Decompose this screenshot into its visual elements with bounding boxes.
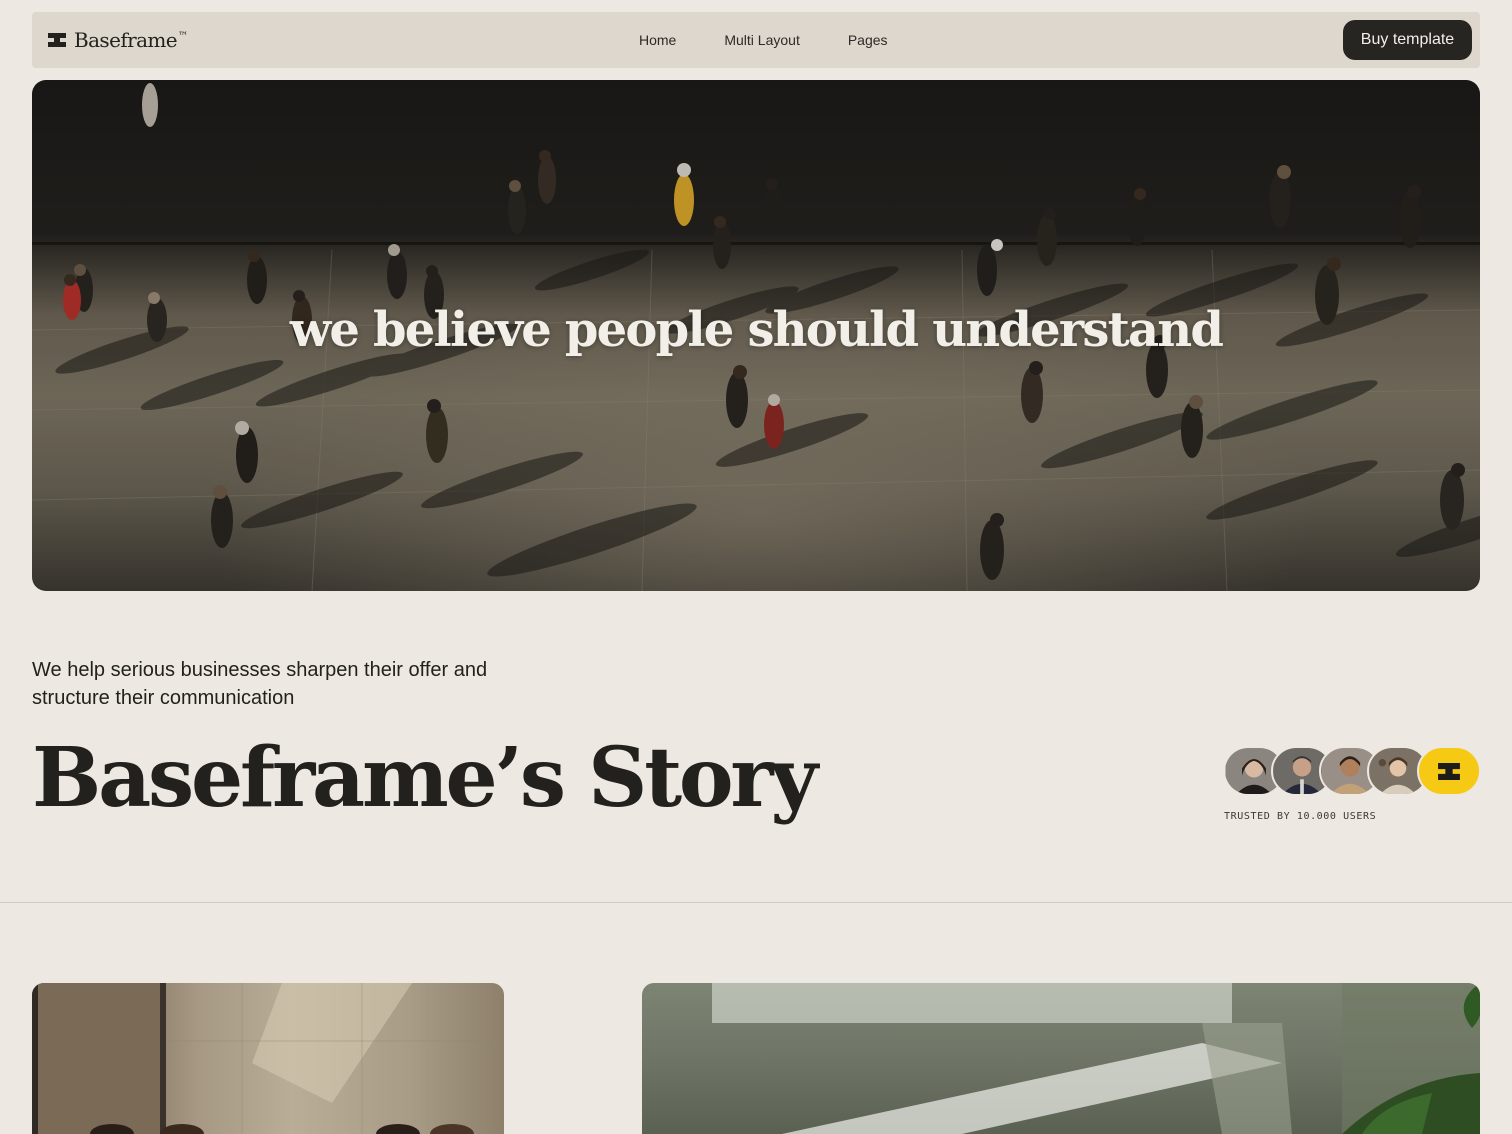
office-photo-image <box>32 983 504 1134</box>
brand-name: Baseframe <box>74 28 178 52</box>
office-photo-right <box>642 983 1480 1134</box>
nav-link-multi-layout[interactable]: Multi Layout <box>724 32 799 48</box>
nav-link-pages[interactable]: Pages <box>848 32 888 48</box>
intro-tagline: We help serious businesses sharpen their… <box>32 659 488 709</box>
brand-logo[interactable]: Baseframe™ <box>48 12 188 68</box>
buy-template-button[interactable]: Buy template <box>1343 20 1472 60</box>
page-title: Baseframe’s Story <box>32 730 818 826</box>
hero-headline: we believe people should understand <box>289 302 1224 358</box>
hero-banner: we believe people should understand <box>32 80 1480 591</box>
plant-photo-image <box>712 983 1480 1134</box>
baseframe-logo-icon <box>1438 762 1460 780</box>
top-navigation: Baseframe™ Home Multi Layout Pages Buy t… <box>32 12 1480 68</box>
nav-link-home[interactable]: Home <box>639 32 676 48</box>
nav-links: Home Multi Layout Pages <box>639 12 888 68</box>
trademark-mark: ™ <box>178 31 189 43</box>
office-photo-left <box>32 983 504 1134</box>
section-divider <box>0 902 1512 903</box>
baseframe-logo-icon <box>48 33 66 47</box>
trusted-users-label: TRUSTED BY 10.000 USERS <box>1224 811 1377 822</box>
trusted-users-avatars <box>1223 746 1481 796</box>
brand-badge <box>1417 746 1481 796</box>
